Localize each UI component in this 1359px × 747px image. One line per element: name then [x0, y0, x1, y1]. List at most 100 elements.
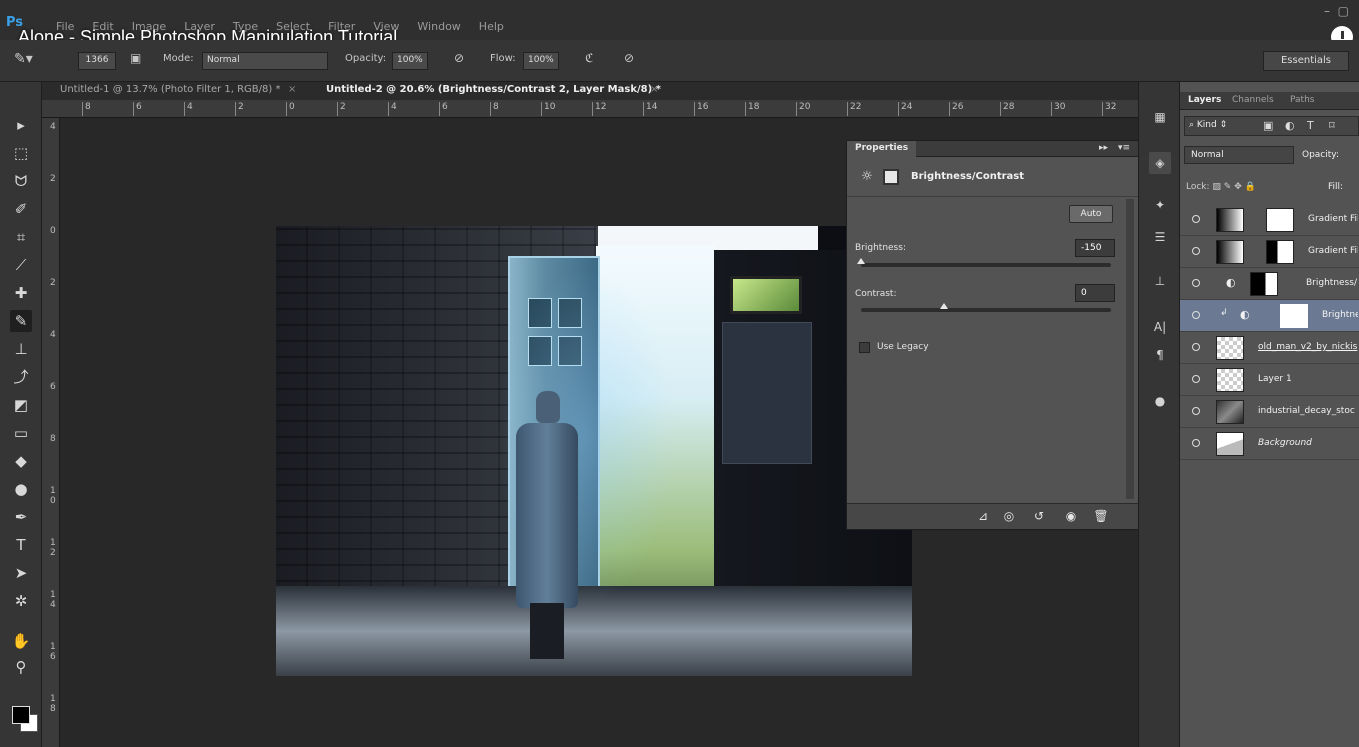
visibility-eye-icon[interactable]	[1192, 407, 1200, 415]
pressure-size-icon[interactable]: ⊘	[624, 51, 634, 65]
layer-mask-thumbnail[interactable]	[1280, 304, 1308, 328]
kuler-icon[interactable]: ●	[1149, 390, 1171, 412]
filter-adjustment-icon[interactable]: ◐	[1285, 119, 1295, 132]
layer-name[interactable]: industrial_decay_stoc	[1258, 406, 1358, 416]
filter-type-icon[interactable]: T	[1307, 119, 1314, 132]
layer-row-industrial-decay[interactable]: industrial_decay_stoc	[1180, 396, 1359, 428]
menu-window[interactable]: Window	[417, 20, 460, 33]
brightness-slider[interactable]	[857, 258, 1111, 267]
auto-button[interactable]: Auto	[1069, 205, 1113, 223]
history-panel-icon[interactable]: ▦	[1149, 106, 1171, 128]
workspace-switcher[interactable]: Essentials	[1263, 51, 1349, 71]
layer-mask-thumbnail[interactable]	[1250, 272, 1278, 296]
document-artwork[interactable]	[276, 226, 912, 676]
eyedropper-tool-icon[interactable]: ⟋	[10, 254, 32, 276]
contrast-slider[interactable]	[861, 303, 1111, 312]
layer-mask-icon[interactable]	[883, 169, 899, 185]
blend-mode-select[interactable]: Normal	[1184, 146, 1294, 164]
paragraph-panel-icon[interactable]: ¶	[1149, 344, 1171, 366]
kind-filter-select[interactable]: ⌕ Kind ⇕	[1189, 120, 1227, 130]
brush-tool-icon[interactable]: ✎▾	[14, 51, 33, 67]
reset-icon[interactable]: ↺	[1031, 508, 1047, 524]
adjustments-panel-icon[interactable]: ◈	[1149, 152, 1171, 174]
zoom-tool-icon[interactable]: ⚲	[10, 656, 32, 678]
properties-tab[interactable]: Properties	[847, 141, 917, 157]
dodge-tool-icon[interactable]: ●	[10, 478, 32, 500]
quick-select-tool-icon[interactable]: ✐	[10, 198, 32, 220]
brightness-slider-thumb[interactable]	[857, 258, 865, 264]
brush-size-picker[interactable]: 1366	[78, 52, 116, 70]
flow-field[interactable]: 100%	[523, 52, 559, 70]
layer-row-gradient-fill-2[interactable]: Gradient Fil	[1180, 236, 1359, 268]
brush-tool-icon[interactable]: ✎	[10, 310, 32, 332]
visibility-eye-icon[interactable]	[1192, 247, 1200, 255]
brush-presets-icon[interactable]: ✦	[1149, 194, 1171, 216]
history-brush-tool-icon[interactable]: ⤴	[10, 366, 32, 388]
pen-tool-icon[interactable]: ✒	[10, 506, 32, 528]
layer-mask-thumbnail[interactable]	[1266, 240, 1294, 264]
character-panel-icon[interactable]: A|	[1149, 316, 1171, 338]
blur-tool-icon[interactable]: ◆	[10, 450, 32, 472]
brightness-adjustment-icon[interactable]: ☼	[859, 169, 875, 185]
visibility-eye-icon[interactable]	[1192, 279, 1200, 287]
collapse-icon[interactable]: ▸▸	[1099, 143, 1108, 153]
layer-row-gradient-fill-1[interactable]: Gradient Fil	[1180, 204, 1359, 236]
visibility-eye-icon[interactable]	[1192, 439, 1200, 447]
foreground-color-swatch[interactable]	[12, 706, 30, 724]
tab-close-icon[interactable]: ×	[650, 84, 658, 95]
layer-name[interactable]: Gradient Fil	[1308, 214, 1358, 224]
contrast-slider-thumb[interactable]	[940, 303, 949, 309]
filter-pixel-icon[interactable]: ▣	[1263, 119, 1273, 132]
opacity-field[interactable]: 100%	[392, 52, 428, 70]
brightness-field[interactable]: -150	[1075, 239, 1115, 257]
move-tool-icon[interactable]: ▸	[10, 114, 32, 136]
marquee-tool-icon[interactable]: ⬚	[10, 142, 32, 164]
brush-panel-icon[interactable]: ☰	[1149, 226, 1171, 248]
tab-channels[interactable]: Channels	[1232, 95, 1274, 105]
tab-untitled-2[interactable]: Untitled-2 @ 20.6% (Brightness/Contrast …	[326, 84, 661, 95]
layer-name[interactable]: Layer 1	[1258, 374, 1358, 384]
clone-source-icon[interactable]: ⊥	[1149, 270, 1171, 292]
clip-to-layer-icon[interactable]: ⊿	[975, 508, 991, 524]
layer-name[interactable]: Brightness/	[1306, 278, 1358, 288]
delete-trash-icon[interactable]: 🗑	[1093, 508, 1109, 524]
menu-help[interactable]: Help	[479, 20, 504, 33]
shape-tool-icon[interactable]: ✲	[10, 590, 32, 612]
window-controls[interactable]: – ▢	[1324, 4, 1349, 18]
eraser-tool-icon[interactable]: ◩	[10, 394, 32, 416]
layer-name[interactable]: old_man_v2_by_nickis	[1258, 342, 1358, 352]
layer-row-old-man[interactable]: old_man_v2_by_nickis	[1180, 332, 1359, 364]
tab-layers[interactable]: Layers	[1188, 95, 1221, 105]
airbrush-icon[interactable]: ℭ	[585, 51, 593, 65]
tab-paths[interactable]: Paths	[1290, 95, 1314, 105]
healing-brush-tool-icon[interactable]: ✚	[10, 282, 32, 304]
clone-stamp-tool-icon[interactable]: ⊥	[10, 338, 32, 360]
contrast-field[interactable]: 0	[1075, 284, 1115, 302]
path-selection-tool-icon[interactable]: ➤	[10, 562, 32, 584]
crop-tool-icon[interactable]: ⌗	[10, 226, 32, 248]
layer-mask-thumbnail[interactable]	[1266, 208, 1294, 232]
filter-shape-icon[interactable]: ⌑	[1329, 119, 1335, 132]
layer-row-brightness-contrast-2[interactable]: ↲ ◐ Brightne	[1180, 300, 1359, 332]
visibility-eye-icon[interactable]	[1192, 311, 1200, 319]
tab-untitled-1[interactable]: Untitled-1 @ 13.7% (Photo Filter 1, RGB/…	[60, 84, 280, 95]
view-previous-state-icon[interactable]: ◎	[1001, 508, 1017, 524]
mode-select[interactable]: Normal	[202, 52, 328, 70]
pressure-opacity-icon[interactable]: ⊘	[454, 51, 464, 65]
type-tool-icon[interactable]: T	[10, 534, 32, 556]
visibility-eye-icon[interactable]	[1192, 343, 1200, 351]
visibility-eye-icon[interactable]	[1192, 215, 1200, 223]
layer-name[interactable]: Gradient Fil	[1308, 246, 1358, 256]
visibility-eye-icon[interactable]	[1192, 375, 1200, 383]
hand-tool-icon[interactable]: ✋	[10, 630, 32, 652]
layer-row-layer-1[interactable]: Layer 1	[1180, 364, 1359, 396]
lasso-tool-icon[interactable]: ᗢ	[10, 170, 32, 192]
panel-menu-icon[interactable]: ▾≡	[1118, 143, 1130, 153]
layer-name[interactable]: Brightne	[1322, 310, 1358, 320]
use-legacy-checkbox[interactable]	[859, 342, 870, 353]
tab-close-icon[interactable]: ×	[288, 84, 296, 95]
gradient-tool-icon[interactable]: ▭	[10, 422, 32, 444]
properties-scrollbar[interactable]	[1126, 199, 1134, 499]
layer-row-brightness-contrast-1[interactable]: ◐ Brightness/	[1180, 268, 1359, 300]
layer-row-background[interactable]: Background	[1180, 428, 1359, 460]
